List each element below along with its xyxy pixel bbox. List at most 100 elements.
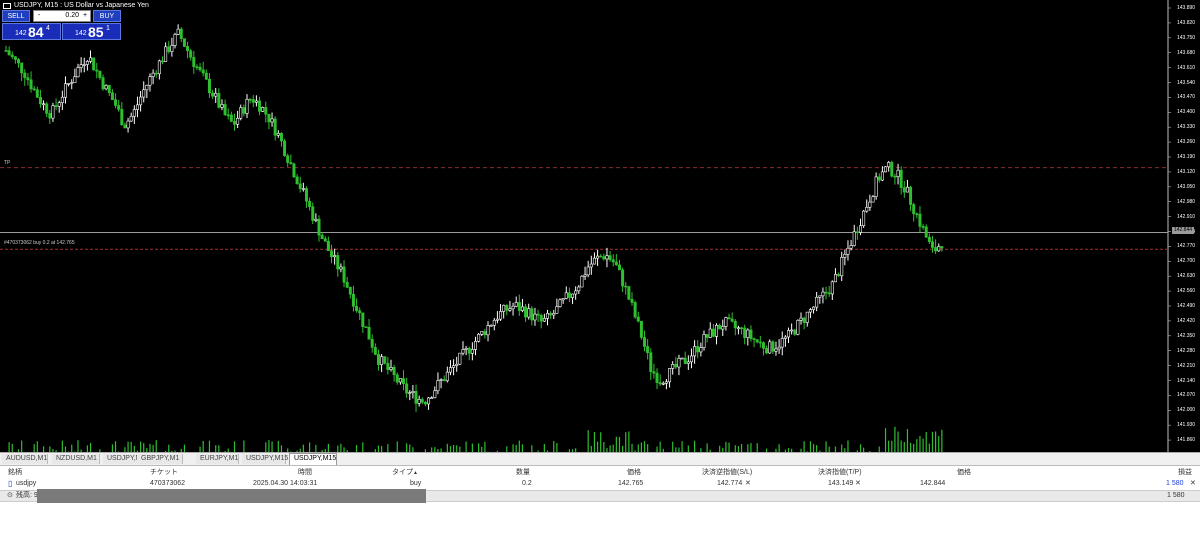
candle-body — [696, 346, 700, 353]
candle-body — [887, 162, 891, 168]
candle-body — [132, 109, 136, 117]
candle-body — [524, 306, 528, 318]
candle-body — [774, 348, 778, 352]
candle-body — [232, 121, 236, 125]
candle-body — [940, 246, 944, 249]
candle-body — [927, 236, 931, 242]
candle-body — [924, 226, 928, 238]
sl-remove-icon[interactable]: ✕ — [745, 479, 751, 489]
sell-price-pip: 4 — [46, 25, 50, 32]
col-time[interactable]: 時間 — [298, 468, 312, 478]
candle-body — [464, 347, 468, 350]
candle-body — [129, 115, 133, 122]
volume-increase-button[interactable]: + — [81, 11, 89, 21]
candle-body — [473, 341, 477, 350]
row-sl[interactable]: 142.774 — [717, 479, 742, 489]
candle-body — [489, 324, 493, 327]
candle-body — [201, 69, 205, 74]
candle-body — [67, 83, 71, 85]
tab-audusd-m1[interactable]: AUDUSD,M1 — [2, 454, 48, 464]
candle-body — [223, 104, 227, 116]
col-symbol[interactable]: 銘柄 — [8, 468, 22, 478]
candle-body — [674, 364, 678, 368]
sell-price[interactable]: 142 84 4 — [2, 23, 61, 40]
candle-body — [427, 397, 431, 405]
tab-gbpjpy-m1[interactable]: GBPJPY,M1 — [137, 454, 183, 464]
candle-body — [614, 261, 618, 266]
col-profit[interactable]: 損益 — [1178, 468, 1192, 478]
candle-body — [104, 85, 108, 90]
candle-body — [477, 334, 481, 342]
candle-body — [852, 231, 856, 246]
row-price: 142.765 — [618, 480, 644, 487]
candle-body — [242, 107, 246, 114]
buy-price[interactable]: 142 85 1 — [62, 23, 121, 40]
col-tp[interactable]: 決済指値(T/P) — [818, 468, 862, 478]
candle-body — [57, 102, 61, 107]
col-volume[interactable]: 数量 — [516, 468, 530, 478]
price-tick: 142.910 — [1177, 213, 1196, 220]
row-profit: 1 580 — [1166, 480, 1184, 487]
row-tp[interactable]: 143.149 — [828, 479, 853, 489]
candle-body — [693, 346, 697, 357]
candle-body — [821, 291, 825, 297]
table-row[interactable]: ▯ usdjpy 470373062 2025.04.30 14:03:31 b… — [0, 479, 1200, 489]
buy-price-prefix: 142 — [75, 30, 87, 37]
col-sl[interactable]: 決済逆指値(S/L) — [702, 468, 752, 478]
candle-body — [186, 46, 190, 52]
candle-body — [783, 336, 787, 339]
tp-remove-icon[interactable]: ✕ — [855, 479, 861, 489]
candle-body — [195, 66, 199, 68]
candle-body — [173, 34, 177, 46]
candle-body — [909, 186, 913, 205]
volume-value[interactable]: 0.20 — [65, 11, 79, 21]
candle-body — [799, 317, 803, 321]
candle-body — [48, 113, 52, 119]
candle-body — [439, 379, 443, 381]
col-price[interactable]: 価格 — [627, 468, 641, 478]
candlestick-chart[interactable] — [0, 0, 1200, 480]
candle-body — [893, 175, 897, 178]
col-current-price[interactable]: 価格 — [957, 468, 971, 478]
price-tick: 143.260 — [1177, 139, 1196, 146]
candle-body — [355, 306, 359, 311]
tab-nzdusd-m1[interactable]: NZDUSD,M1 — [52, 454, 100, 464]
sell-button[interactable]: SELL — [2, 10, 30, 22]
candle-body — [217, 92, 221, 108]
balance-label: 残高: 9 — [16, 492, 38, 499]
candle-body — [458, 352, 462, 365]
candle-body — [818, 295, 822, 298]
candle-body — [896, 169, 900, 177]
col-type[interactable]: タイプ — [392, 468, 413, 478]
candle-body — [486, 325, 490, 336]
tab-eurjpy-m1[interactable]: EURJPY,M1 — [196, 454, 239, 464]
candle-body — [370, 338, 374, 348]
buy-price-main: 85 — [88, 24, 104, 40]
candle-body — [502, 304, 506, 312]
candle-body — [273, 118, 277, 136]
candle-body — [301, 188, 305, 190]
col-ticket[interactable]: チケット — [150, 468, 178, 478]
buy-button[interactable]: BUY — [93, 10, 121, 22]
candle-body — [304, 188, 308, 202]
candle-body — [229, 114, 233, 122]
candle-body — [721, 326, 725, 330]
tab-usdjpy-m15[interactable]: USDJPY,M15 — [242, 454, 288, 464]
price-tick: 142.420 — [1177, 317, 1196, 324]
tab-usdjpy-m15-active[interactable]: USDJPY,M15 — [289, 453, 337, 465]
candle-body — [596, 255, 600, 259]
candle-body — [727, 317, 731, 320]
candle-body — [495, 318, 499, 321]
candle-body — [668, 368, 672, 383]
close-position-icon[interactable]: ✕ — [1190, 479, 1196, 489]
candle-body — [664, 381, 668, 384]
candle-body — [23, 72, 27, 79]
chart-area[interactable]: USDJPY, M15 : US Dollar vs Japanese Yen … — [0, 0, 1200, 480]
candle-body — [733, 320, 737, 329]
candle-body — [214, 92, 218, 97]
candle-body — [470, 349, 474, 354]
volume-field[interactable]: - 0.20 + — [33, 10, 91, 22]
candle-body — [624, 285, 628, 288]
volume-decrease-button[interactable]: - — [35, 11, 43, 21]
candle-body — [564, 292, 568, 299]
